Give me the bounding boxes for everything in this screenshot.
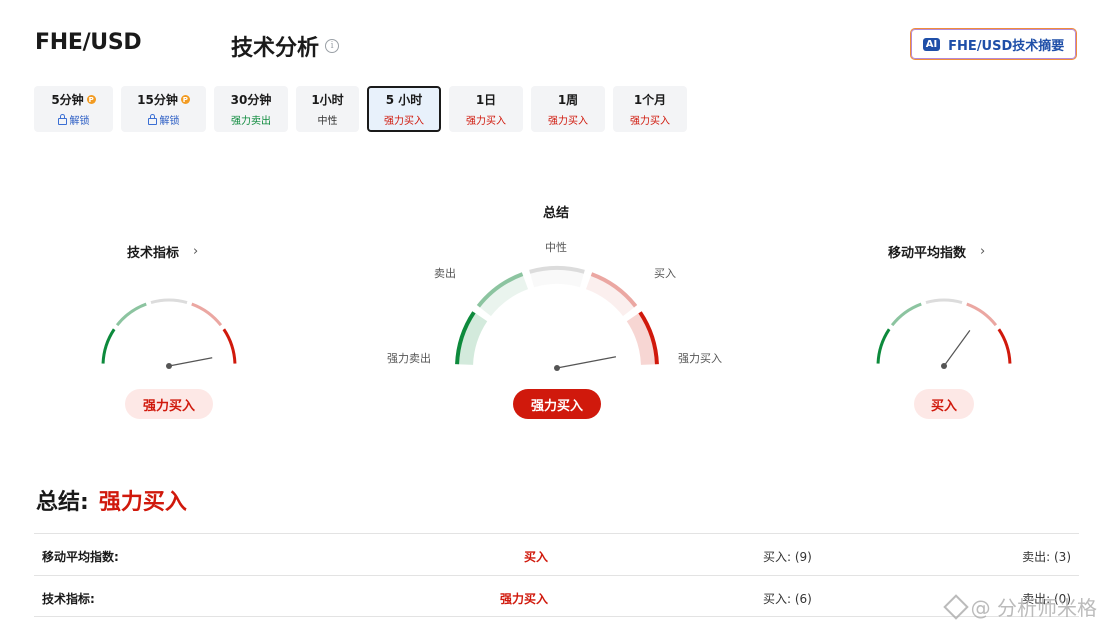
row-buy-count: 买入: (6) <box>763 592 812 606</box>
ai-summary-button[interactable]: AI FHE/USD技术摘要 <box>910 28 1077 60</box>
tab-label: 1小时 <box>311 93 344 107</box>
gauge-segment-strong-sell <box>101 328 116 364</box>
chevron-right-icon: › <box>193 244 199 259</box>
tab-sub: 解锁 <box>159 116 180 127</box>
gauge-segment-neutral <box>150 298 188 304</box>
summary-heading: 总结: 强力买入 <box>36 484 187 516</box>
gauge-segment-neutral <box>925 298 963 304</box>
lock-icon <box>147 113 157 125</box>
ai-icon: AI <box>922 37 941 51</box>
ai-summary-label: FHE/USD技术摘要 <box>948 38 1065 54</box>
moving-averages-link[interactable]: 移动平均指数 › <box>888 242 985 261</box>
tab-label: 30分钟 <box>230 93 272 107</box>
watermark: @ 分析师米格 <box>942 592 1097 621</box>
gauge-segment-strong-buy <box>222 328 237 364</box>
tab-sub: 强力买入 <box>466 116 506 127</box>
summary-label: 总结: <box>36 490 89 515</box>
technical-indicators-title: 技术指标 <box>127 246 180 261</box>
technical-gauge-needle <box>168 357 213 367</box>
summary-gauge-hub <box>554 365 560 371</box>
label-strong-sell: 强力卖出 <box>387 352 431 365</box>
row-sell-count: 卖出: (3) <box>1022 550 1071 564</box>
gauge-segment-sell <box>115 302 147 327</box>
pro-icon: P <box>86 95 96 104</box>
gauge-segment-strong-buy <box>997 328 1012 364</box>
technical-gauge-hub <box>166 363 172 369</box>
row-name: 移动平均指数: <box>42 550 119 564</box>
tab-15min[interactable]: 15分钟 P 解锁 <box>121 86 206 132</box>
tab-label: 5 小时 <box>385 93 423 107</box>
summary-value: 强力买入 <box>98 490 187 515</box>
row-signal: 买入 <box>524 550 549 564</box>
tab-label: 5分钟 <box>51 93 84 107</box>
tab-30min[interactable]: 30分钟 强力卖出 <box>214 86 288 132</box>
tab-5min[interactable]: 5分钟 P 解锁 <box>34 86 113 132</box>
watermark-text: @ 分析师米格 <box>970 596 1097 620</box>
tab-1week[interactable]: 1周 强力买入 <box>531 86 605 132</box>
pro-icon: P <box>180 95 190 104</box>
technical-gauge-arcs <box>101 298 237 364</box>
page-title: 技术分析 i <box>231 30 340 62</box>
gauge-segment-sell <box>890 302 922 327</box>
moving-averages-result-badge: 买入 <box>914 389 974 419</box>
summary-result-badge: 强力买入 <box>513 389 601 419</box>
summary-gauge-needle <box>556 356 617 369</box>
technical-gauge <box>101 298 237 369</box>
tab-1day[interactable]: 1日 强力买入 <box>449 86 523 132</box>
technical-indicators-link[interactable]: 技术指标 › <box>127 242 198 261</box>
tab-label: 15分钟 <box>137 93 178 107</box>
moving-averages-gauge-arcs <box>876 298 1012 364</box>
row-name: 技术指标: <box>42 592 95 606</box>
tab-label: 1个月 <box>633 93 667 107</box>
tab-sub: 强力买入 <box>548 116 588 127</box>
tab-sub: 强力买入 <box>630 116 670 127</box>
table-row: 技术指标: 强力买入 买入: (6) 卖出: (0) <box>34 575 1079 617</box>
gauge-segment-buy <box>191 302 223 327</box>
tab-label: 1日 <box>475 93 497 107</box>
gauge-segment-buy <box>966 302 998 327</box>
row-signal: 强力买入 <box>500 592 549 606</box>
summary-gauge <box>455 266 659 371</box>
label-neutral: 中性 <box>545 241 567 254</box>
row-buy-count: 买入: (9) <box>763 550 812 564</box>
summary-gauge-title: 总结 <box>543 206 570 221</box>
instrument-title: FHE/USD <box>35 30 142 55</box>
tab-sub: 强力买入 <box>384 116 424 127</box>
gauge-segment-strong-sell <box>876 328 891 364</box>
tab-5hour[interactable]: 5 小时 强力买入 <box>367 86 441 132</box>
moving-averages-gauge-needle <box>943 330 971 367</box>
page-title-text: 技术分析 <box>231 36 320 61</box>
tab-sub: 中性 <box>317 116 338 127</box>
tab-sub: 解锁 <box>69 116 90 127</box>
timeframe-tabs: 5分钟 P 解锁 15分钟 P 解锁 30分钟 强力卖出 1小时 中性 5 小时 强… <box>34 86 687 132</box>
info-icon[interactable]: i <box>325 39 340 53</box>
tab-sub: 强力卖出 <box>231 116 271 127</box>
summary-gauge-arcs <box>455 266 659 365</box>
moving-averages-gauge-hub <box>941 363 947 369</box>
tab-1month[interactable]: 1个月 强力买入 <box>613 86 687 132</box>
moving-averages-title: 移动平均指数 <box>888 246 967 261</box>
label-strong-buy: 强力买入 <box>678 352 722 365</box>
technical-result-badge: 强力买入 <box>125 389 213 419</box>
tab-1hour[interactable]: 1小时 中性 <box>296 86 359 132</box>
lock-icon <box>57 113 67 125</box>
moving-averages-gauge <box>876 298 1012 369</box>
watermark-logo-icon <box>942 593 969 620</box>
table-row: 移动平均指数: 买入 买入: (9) 卖出: (3) <box>34 533 1079 575</box>
tab-label: 1周 <box>557 93 579 107</box>
chevron-right-icon: › <box>980 244 986 259</box>
